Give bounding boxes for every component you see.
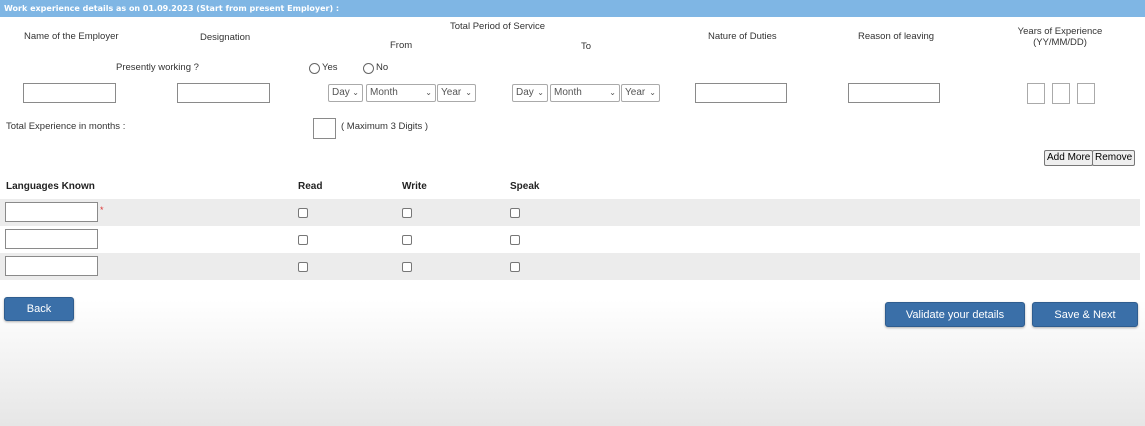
- designation-column-label: Designation: [200, 32, 251, 43]
- read-checkbox[interactable]: [298, 235, 308, 245]
- from-label: From: [390, 40, 413, 51]
- language-input[interactable]: [5, 229, 98, 249]
- language-row: [0, 226, 1140, 253]
- to-year-value: Year: [625, 87, 646, 98]
- total-experience-hint: ( Maximum 3 Digits ): [341, 121, 429, 132]
- yes-label: Yes: [322, 62, 338, 73]
- from-month-value: Month: [370, 87, 398, 98]
- employer-column-label: Name of the Employer: [24, 31, 119, 42]
- write-checkbox[interactable]: [402, 208, 412, 218]
- write-checkbox[interactable]: [402, 235, 412, 245]
- years-mm-box: [1052, 83, 1070, 104]
- no-label: No: [376, 62, 389, 73]
- total-experience-input[interactable]: [313, 118, 336, 139]
- presently-working-yes-radio[interactable]: [309, 63, 320, 74]
- reason-of-leaving-label: Reason of leaving: [858, 31, 935, 42]
- speak-checkbox[interactable]: [510, 262, 520, 272]
- years-experience-label: Years of Experience (YY/MM/DD): [1010, 26, 1110, 48]
- validate-details-button[interactable]: Validate your details: [885, 302, 1025, 327]
- language-row: [0, 253, 1140, 280]
- required-asterisk: *: [100, 205, 104, 215]
- to-month-select[interactable]: Month ⌄: [550, 84, 620, 102]
- languages-known-header: Languages Known: [6, 181, 95, 192]
- read-checkbox[interactable]: [298, 262, 308, 272]
- chevron-down-icon: ⌄: [609, 88, 616, 97]
- language-input[interactable]: [5, 202, 98, 222]
- add-more-button[interactable]: Add More: [1044, 150, 1094, 166]
- presently-working-label: Presently working ?: [116, 62, 199, 73]
- from-day-select[interactable]: Day ⌄: [328, 84, 363, 102]
- write-header: Write: [402, 181, 427, 192]
- from-year-select[interactable]: Year ⌄: [437, 84, 476, 102]
- nature-of-duties-input[interactable]: [695, 83, 787, 103]
- presently-working-no-radio[interactable]: [363, 63, 374, 74]
- designation-input[interactable]: [177, 83, 270, 103]
- write-checkbox[interactable]: [402, 262, 412, 272]
- read-header: Read: [298, 181, 323, 192]
- chevron-down-icon: ⌄: [649, 88, 656, 97]
- from-day-value: Day: [332, 87, 350, 98]
- to-year-select[interactable]: Year ⌄: [621, 84, 660, 102]
- chevron-down-icon: ⌄: [425, 88, 432, 97]
- total-experience-label: Total Experience in months :: [6, 121, 126, 132]
- to-label: To: [581, 41, 592, 52]
- years-dd-box: [1077, 83, 1095, 104]
- chevron-down-icon: ⌄: [465, 88, 472, 97]
- speak-header: Speak: [510, 181, 540, 192]
- years-yy-box: [1027, 83, 1045, 104]
- chevron-down-icon: ⌄: [352, 88, 359, 97]
- from-year-value: Year: [441, 87, 462, 98]
- nature-of-duties-label: Nature of Duties: [708, 31, 777, 42]
- to-month-value: Month: [554, 87, 582, 98]
- read-checkbox[interactable]: [298, 208, 308, 218]
- section-header: Work experience details as on 01.09.2023…: [0, 0, 1145, 17]
- to-day-value: Day: [516, 87, 534, 98]
- language-row: [0, 199, 1140, 226]
- total-period-label: Total Period of Service: [450, 21, 546, 32]
- years-experience-title: Years of Experience: [1017, 26, 1103, 37]
- chevron-down-icon: ⌄: [537, 88, 544, 97]
- employer-name-input[interactable]: [23, 83, 116, 103]
- language-input[interactable]: [5, 256, 98, 276]
- save-next-button[interactable]: Save & Next: [1032, 302, 1138, 327]
- from-month-select[interactable]: Month ⌄: [366, 84, 436, 102]
- speak-checkbox[interactable]: [510, 208, 520, 218]
- years-experience-format: (YY/MM/DD): [1033, 37, 1087, 48]
- remove-button[interactable]: Remove: [1092, 150, 1136, 166]
- to-day-select[interactable]: Day ⌄: [512, 84, 548, 102]
- back-button[interactable]: Back: [4, 297, 74, 321]
- reason-of-leaving-input[interactable]: [848, 83, 940, 103]
- speak-checkbox[interactable]: [510, 235, 520, 245]
